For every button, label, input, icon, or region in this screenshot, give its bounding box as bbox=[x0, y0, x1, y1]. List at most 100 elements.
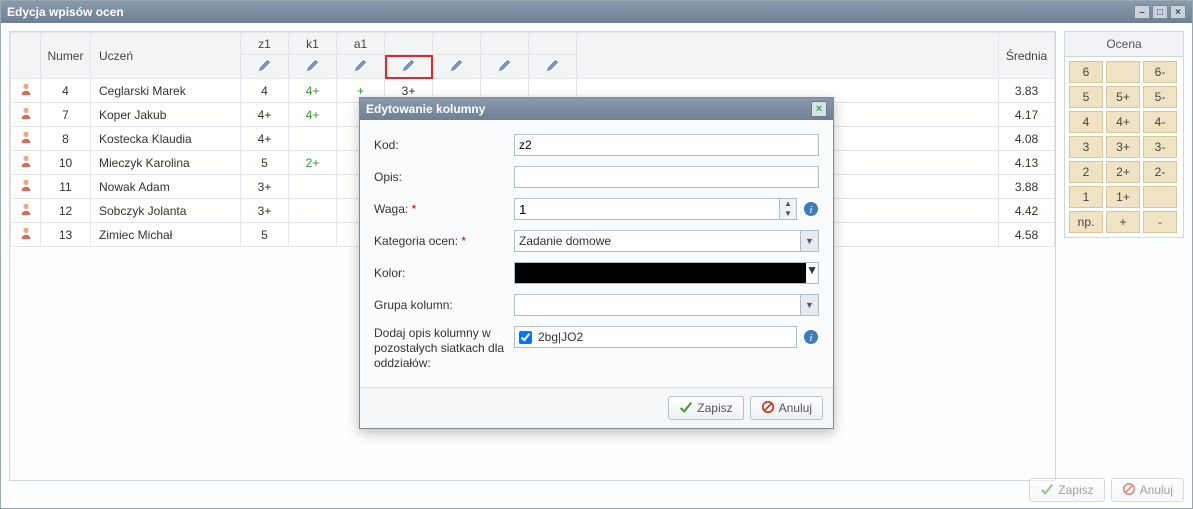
cell-uczen: Kostecka Klaudia bbox=[91, 127, 241, 151]
label-kolor: Kolor: bbox=[374, 266, 514, 280]
combo-kategoria[interactable]: Zadanie domowe ▼ bbox=[514, 230, 819, 252]
pencil-icon bbox=[402, 58, 416, 72]
input-waga[interactable]: ▲▼ bbox=[514, 198, 797, 220]
pencil-icon bbox=[354, 58, 368, 72]
grade-pick-button[interactable]: 2- bbox=[1143, 161, 1177, 183]
cell-grade[interactable]: 4+ bbox=[241, 103, 289, 127]
grade-pick-button[interactable]: 6 bbox=[1069, 61, 1103, 83]
chevron-down-icon[interactable]: ▼ bbox=[800, 231, 818, 251]
dialog-close-button[interactable]: × bbox=[811, 101, 827, 117]
label-dodaj: Dodaj opis kolumny w pozostałych siatkac… bbox=[374, 326, 514, 371]
grade-col-header[interactable]: z1 bbox=[241, 33, 289, 55]
grade-col-header[interactable] bbox=[481, 33, 529, 55]
grade-pick-button[interactable]: 1 bbox=[1069, 186, 1103, 208]
grade-pick-button[interactable]: 2 bbox=[1069, 161, 1103, 183]
cell-grade[interactable]: 5 bbox=[241, 151, 289, 175]
checkbox-dodaj[interactable] bbox=[519, 331, 532, 344]
label-waga: Waga: * bbox=[374, 202, 514, 216]
spinner-up[interactable]: ▲ bbox=[780, 199, 796, 209]
cell-grade[interactable]: 3+ bbox=[241, 175, 289, 199]
footer-cancel-button[interactable]: Anuluj bbox=[1111, 478, 1184, 502]
chevron-down-icon[interactable]: ▼ bbox=[806, 263, 818, 283]
palette-title: Ocena bbox=[1065, 32, 1183, 57]
input-kod[interactable] bbox=[514, 134, 819, 156]
maximize-button[interactable]: □ bbox=[1152, 5, 1168, 19]
edit-column-button[interactable] bbox=[385, 55, 433, 79]
col-srednia[interactable]: Średnia bbox=[999, 33, 1055, 79]
label-opis: Opis: bbox=[374, 170, 514, 184]
grade-pick-button[interactable]: 1+ bbox=[1106, 186, 1140, 208]
grade-pick-button[interactable]: 5+ bbox=[1106, 86, 1140, 108]
checkbox-label: 2bg|JO2 bbox=[538, 330, 583, 344]
cell-uczen: Ceglarski Marek bbox=[91, 79, 241, 103]
grade-col-header[interactable] bbox=[433, 33, 481, 55]
grade-pick-button[interactable]: 2+ bbox=[1106, 161, 1140, 183]
cell-grade[interactable] bbox=[289, 175, 337, 199]
grade-pick-button[interactable]: 4 bbox=[1069, 111, 1103, 133]
input-opis[interactable] bbox=[514, 166, 819, 188]
label-grupa: Grupa kolumn: bbox=[374, 298, 514, 312]
grade-col-header[interactable] bbox=[385, 33, 433, 55]
minimize-button[interactable]: – bbox=[1134, 5, 1150, 19]
grade-pick-button[interactable]: 5 bbox=[1069, 86, 1103, 108]
dialog-titlebar[interactable]: Edytowanie kolumny × bbox=[360, 98, 833, 120]
chevron-down-icon[interactable]: ▼ bbox=[800, 295, 818, 315]
cell-uczen: Sobczyk Jolanta bbox=[91, 199, 241, 223]
cell-avg: 4.42 bbox=[999, 199, 1055, 223]
cell-grade[interactable]: 4 bbox=[241, 79, 289, 103]
grade-col-header[interactable]: k1 bbox=[289, 33, 337, 55]
cell-grade[interactable]: 2+ bbox=[289, 151, 337, 175]
cell-avg: 4.08 bbox=[999, 127, 1055, 151]
pencil-icon bbox=[258, 58, 272, 72]
grade-pick-button[interactable]: + bbox=[1106, 211, 1140, 233]
cell-grade[interactable]: 4+ bbox=[289, 103, 337, 127]
window-titlebar[interactable]: Edycja wpisów ocen – □ × bbox=[1, 1, 1192, 23]
cell-grade[interactable] bbox=[289, 127, 337, 151]
grade-pick-button[interactable]: 5- bbox=[1143, 86, 1177, 108]
edit-column-button[interactable] bbox=[433, 55, 481, 79]
cell-grade[interactable]: 4+ bbox=[241, 127, 289, 151]
grade-pick-button[interactable]: np. bbox=[1069, 211, 1103, 233]
grade-pick-button[interactable]: 4- bbox=[1143, 111, 1177, 133]
cell-uczen: Koper Jakub bbox=[91, 103, 241, 127]
combo-grupa[interactable]: ▼ bbox=[514, 294, 819, 316]
color-swatch bbox=[515, 263, 806, 283]
cell-grade[interactable]: 5 bbox=[241, 223, 289, 247]
grade-pick-button[interactable]: 3 bbox=[1069, 136, 1103, 158]
grade-pick-button[interactable]: 3- bbox=[1143, 136, 1177, 158]
check-icon bbox=[1040, 482, 1054, 499]
cell-numer: 11 bbox=[41, 175, 91, 199]
grade-pick-button[interactable]: 4+ bbox=[1106, 111, 1140, 133]
grade-pick-button[interactable] bbox=[1106, 61, 1140, 83]
svg-text:i: i bbox=[809, 332, 812, 344]
grade-col-header[interactable] bbox=[529, 33, 577, 55]
close-button[interactable]: × bbox=[1170, 5, 1186, 19]
edit-column-button[interactable] bbox=[481, 55, 529, 79]
grade-col-header[interactable]: a1 bbox=[337, 33, 385, 55]
edit-column-dialog: Edytowanie kolumny × Kod: Opis: Waga: * … bbox=[359, 97, 834, 429]
edit-column-button[interactable] bbox=[241, 55, 289, 79]
grade-pick-button[interactable]: - bbox=[1143, 211, 1177, 233]
cell-numer: 7 bbox=[41, 103, 91, 127]
edit-column-button[interactable] bbox=[289, 55, 337, 79]
combo-kolor[interactable]: ▼ bbox=[514, 262, 819, 284]
cell-grade[interactable]: 4+ bbox=[289, 79, 337, 103]
grade-pick-button[interactable]: 3+ bbox=[1106, 136, 1140, 158]
avatar-icon bbox=[19, 106, 33, 120]
info-icon[interactable]: i bbox=[803, 201, 819, 217]
dialog-cancel-button[interactable]: Anuluj bbox=[750, 396, 823, 420]
cell-grade[interactable] bbox=[289, 223, 337, 247]
grade-pick-button[interactable] bbox=[1143, 186, 1177, 208]
col-uczen[interactable]: Uczeń bbox=[91, 33, 241, 79]
edit-column-button[interactable] bbox=[337, 55, 385, 79]
col-numer[interactable]: Numer bbox=[41, 33, 91, 79]
dialog-save-button[interactable]: Zapisz bbox=[668, 396, 743, 420]
cell-grade[interactable] bbox=[289, 199, 337, 223]
cell-uczen: Zimiec Michał bbox=[91, 223, 241, 247]
footer-save-button[interactable]: Zapisz bbox=[1029, 478, 1104, 502]
edit-column-button[interactable] bbox=[529, 55, 577, 79]
cell-grade[interactable]: 3+ bbox=[241, 199, 289, 223]
spinner-down[interactable]: ▼ bbox=[780, 209, 796, 219]
grade-pick-button[interactable]: 6- bbox=[1143, 61, 1177, 83]
info-icon[interactable]: i bbox=[803, 329, 819, 345]
